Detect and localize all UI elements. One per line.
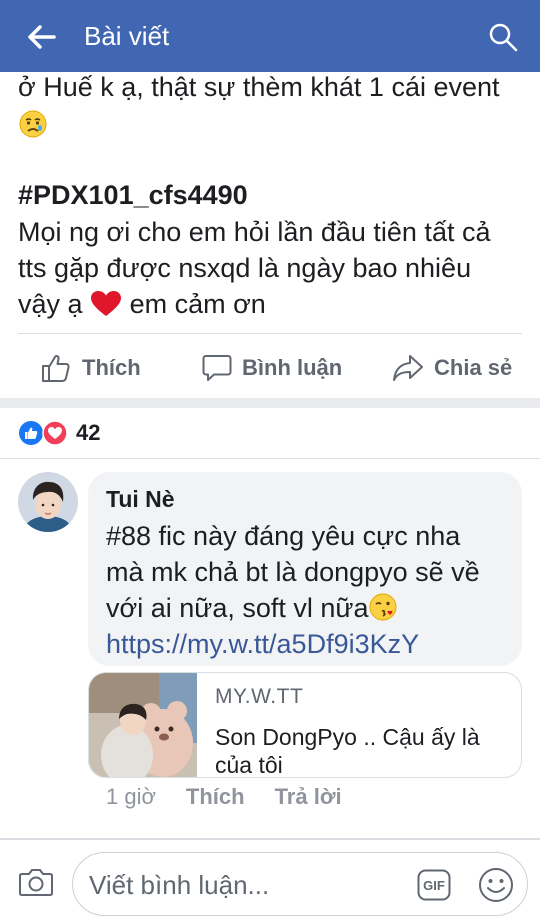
comment-link[interactable]: https://my.w.tt/a5Df9i3KzY xyxy=(106,626,504,662)
reaction-count: 42 xyxy=(76,420,101,445)
top-app-bar: Bài viết xyxy=(0,0,540,72)
comment-composer: GIF xyxy=(0,840,540,924)
reaction-summary[interactable]: 42 xyxy=(18,418,100,448)
thumbs-up-icon xyxy=(42,354,70,382)
comment-input[interactable] xyxy=(89,865,409,905)
comment-text: với ai nữa, soft vl nữa xyxy=(106,593,369,623)
page-title: Bài viết xyxy=(84,21,170,51)
comment-text-line: #88 fic này đáng yêu cực nha xyxy=(106,521,461,551)
post-emoji-line xyxy=(18,108,528,143)
post-body-text: vậy ạ xyxy=(18,289,83,319)
post-body-line: tts gặp được nsxqd là ngày bao nhiêu xyxy=(18,253,472,283)
like-label: Thích xyxy=(82,355,141,380)
winking-kiss-emoji-icon xyxy=(369,593,397,621)
divider xyxy=(18,333,522,334)
link-preview-card[interactable]: MY.W.TT Son DongPyo .. Cậu ấy là của tôi xyxy=(88,672,522,778)
comment-text-line: với ai nữa, soft vl nữa xyxy=(106,590,504,626)
comment-bubble: Tui Nè #88 fic này đáng yêu cực nha mà m… xyxy=(88,472,522,666)
share-button[interactable]: Chia sẻ xyxy=(392,348,512,388)
red-heart-emoji-icon xyxy=(91,291,122,316)
arrow-left-icon[interactable] xyxy=(24,20,58,54)
comment-text-line: mà mk chả bt là dongpyo sẽ về xyxy=(106,557,480,587)
comment-time: 1 giờ xyxy=(106,784,156,809)
like-button[interactable]: Thích xyxy=(40,348,141,388)
avatar[interactable] xyxy=(18,472,78,532)
gif-label: GIF xyxy=(423,878,445,893)
gif-icon[interactable]: GIF xyxy=(417,869,451,901)
section-separator xyxy=(0,398,540,408)
post-body-line: Mọi ng ơi cho em hỏi lần đầu tiên tất cả xyxy=(18,217,491,247)
love-reaction-icon xyxy=(42,420,68,446)
search-icon[interactable] xyxy=(488,22,518,52)
sad-face-emoji-icon xyxy=(19,110,47,138)
comment-input-container: GIF xyxy=(72,852,528,916)
speech-bubble-icon xyxy=(202,355,232,381)
comment-label: Bình luận xyxy=(242,355,343,380)
post-action-bar: Thích Bình luận Chia sẻ xyxy=(0,340,540,396)
share-arrow-icon xyxy=(393,355,423,381)
comment-meta: 1 giờ Thích Trả lời xyxy=(106,784,342,810)
post-text-line: ở Huế k ạ, thật sự thèm khát 1 cái event xyxy=(18,72,500,102)
comment-button[interactable]: Bình luận xyxy=(202,348,342,388)
post-hashtag[interactable]: #PDX101_cfs4490 xyxy=(18,178,528,213)
comment-reply-button[interactable]: Trả lời xyxy=(275,784,342,810)
camera-icon[interactable] xyxy=(18,864,54,900)
divider xyxy=(0,458,540,459)
share-label: Chia sẻ xyxy=(434,355,513,380)
link-preview-thumbnail xyxy=(89,673,197,777)
post-body-line: vậy ạ em cảm ơn xyxy=(18,287,528,322)
emoji-icon[interactable] xyxy=(477,866,515,904)
post-body-text: em cảm ơn xyxy=(129,289,266,319)
like-reaction-icon xyxy=(19,421,43,445)
link-preview-domain: MY.W.TT xyxy=(215,685,304,708)
avatar-photo xyxy=(18,472,78,532)
comment-like-button[interactable]: Thích xyxy=(186,784,245,810)
link-preview-title: Son DongPyo .. Cậu ấy là của tôi xyxy=(215,724,480,778)
comment-author[interactable]: Tui Nè xyxy=(106,484,504,514)
